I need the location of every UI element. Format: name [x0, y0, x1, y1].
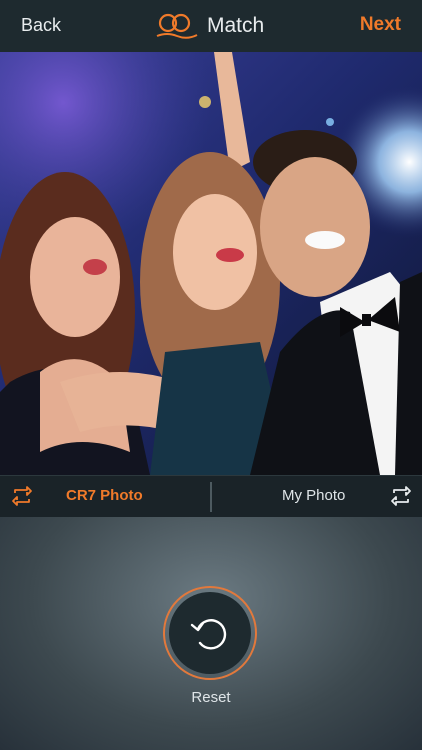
control-panel: Reset	[0, 517, 422, 750]
top-bar: Back Match Next	[0, 0, 422, 52]
next-button[interactable]: Next	[360, 14, 401, 36]
page-title: Match	[207, 14, 265, 37]
photo-switch-bar: CR7 Photo My Photo	[0, 475, 422, 517]
divider	[210, 482, 212, 512]
photo-preview[interactable]	[0, 52, 422, 475]
reset-button-inner	[169, 592, 251, 674]
my-photo-tab[interactable]: My Photo	[282, 487, 345, 504]
cr7-photo-tab[interactable]: CR7 Photo	[66, 487, 143, 504]
swap-icon[interactable]	[389, 484, 413, 508]
linked-rings-icon	[156, 13, 198, 39]
title-group: Match	[155, 10, 264, 42]
reset-icon	[190, 619, 227, 650]
swap-icon[interactable]	[10, 484, 34, 508]
back-button[interactable]: Back	[21, 15, 61, 36]
reset-label: Reset	[191, 689, 231, 706]
group-selfie-photo	[0, 52, 422, 475]
reset-button[interactable]	[163, 586, 257, 680]
